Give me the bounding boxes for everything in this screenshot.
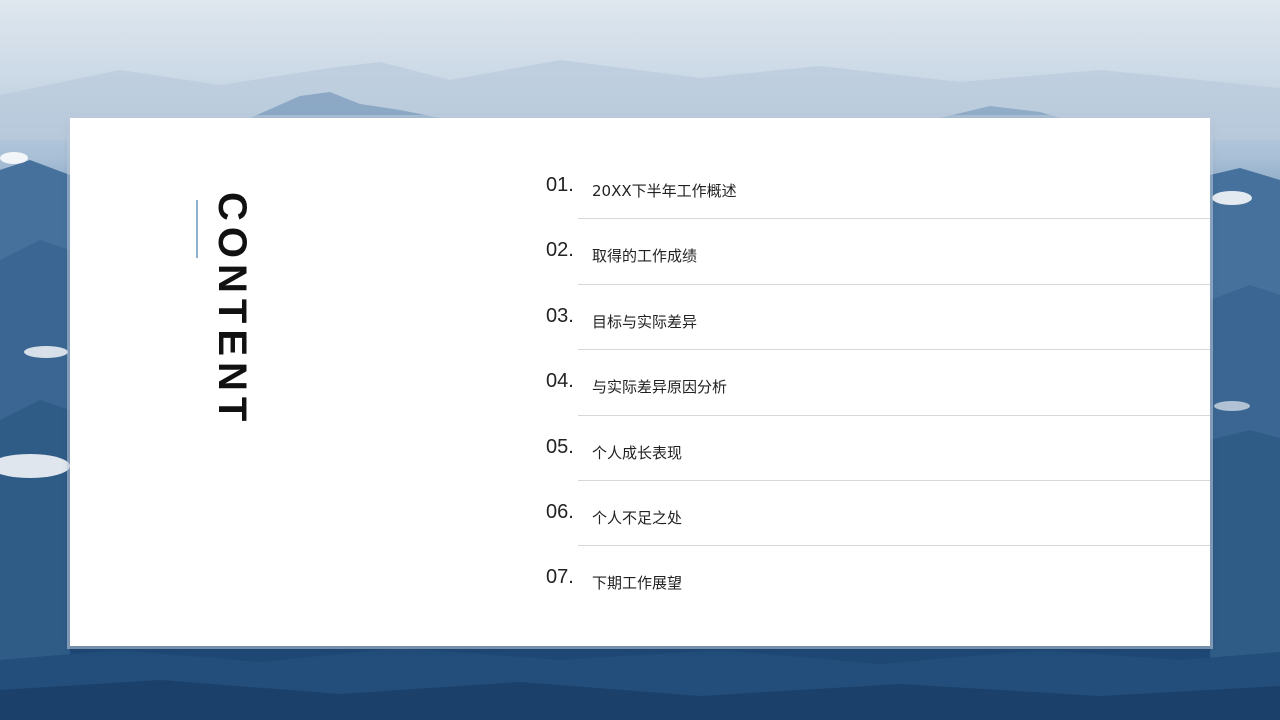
toc-item: 04. 与实际差异原因分析: [546, 350, 1210, 416]
accent-line: [196, 200, 198, 258]
toc-item: 07. 下期工作展望: [546, 546, 1210, 611]
toc-item-number: 02.: [546, 239, 574, 262]
toc-item-label: 与实际差异原因分析: [592, 378, 728, 397]
toc-item-number: 03.: [546, 304, 574, 327]
toc-item: 05. 个人成长表现: [546, 416, 1210, 481]
toc-item-label: 个人不足之处: [592, 508, 683, 527]
content-card: CONTENT 01. 20XX下半年工作概述 02. 取得的工作成绩 03. …: [70, 118, 1210, 646]
toc-item-number: 04.: [546, 370, 574, 393]
toc-item: 01. 20XX下半年工作概述: [546, 154, 1210, 220]
toc-item-number: 06.: [546, 500, 574, 523]
slide: CONTENT 01. 20XX下半年工作概述 02. 取得的工作成绩 03. …: [0, 0, 1280, 720]
toc-item: 03. 目标与实际差异: [546, 285, 1210, 351]
table-of-contents: 01. 20XX下半年工作概述 02. 取得的工作成绩 03. 目标与实际差异 …: [546, 154, 1210, 612]
toc-item-label: 取得的工作成绩: [592, 247, 698, 266]
toc-item-label: 20XX下半年工作概述: [592, 182, 737, 200]
toc-item: 02. 取得的工作成绩: [546, 219, 1210, 285]
toc-item-label: 下期工作展望: [592, 574, 683, 593]
toc-item-number: 07.: [546, 566, 574, 589]
toc-item-number: 01.: [546, 174, 574, 196]
page-title: CONTENT: [210, 192, 254, 428]
toc-item-label: 目标与实际差异: [592, 312, 698, 331]
toc-item-number: 05.: [546, 435, 574, 458]
toc-item: 06. 个人不足之处: [546, 481, 1210, 547]
toc-item-label: 个人成长表现: [592, 443, 683, 462]
